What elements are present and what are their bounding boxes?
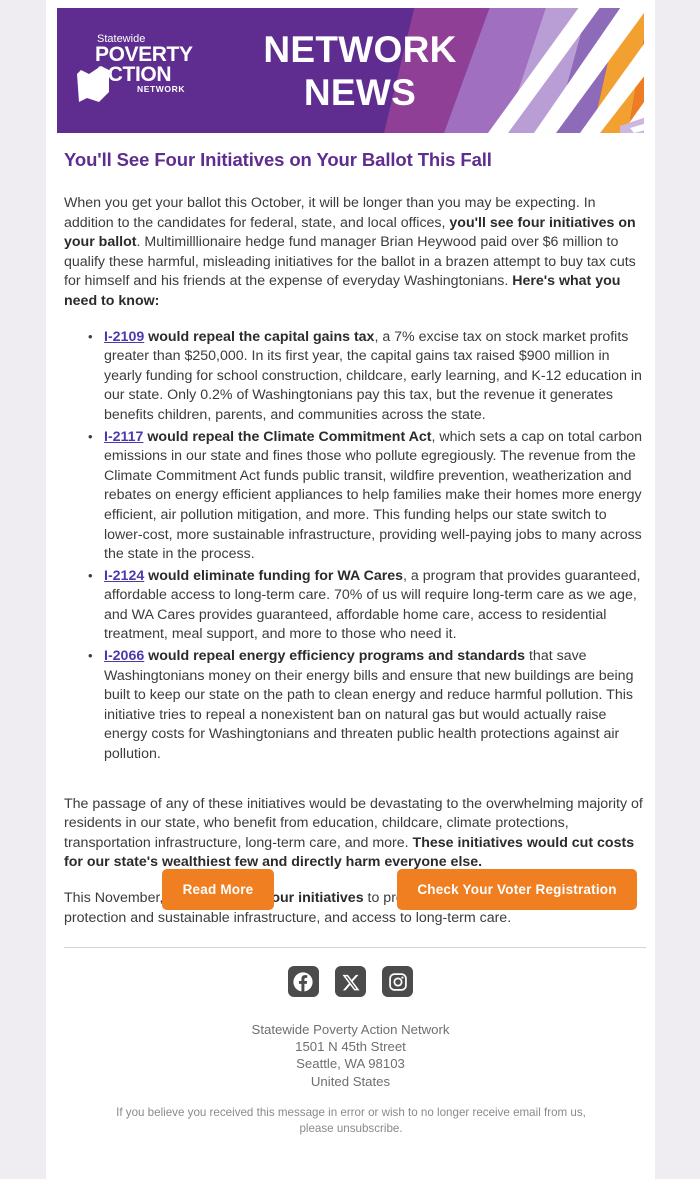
page-title: You'll See Four Initiatives on Your Ball… bbox=[64, 149, 492, 170]
initiative-link-4[interactable]: I-2066 bbox=[104, 648, 144, 664]
cta-button-row: Read More Check Your Voter Registration bbox=[64, 869, 646, 911]
initiative-bold-3: would eliminate funding for WA Cares bbox=[144, 567, 404, 584]
organization-logo: Statewide POVERTY ACTION NETWORK bbox=[75, 30, 205, 112]
footer-divider bbox=[64, 947, 646, 948]
intro-paragraph: When you get your ballot this October, i… bbox=[64, 194, 646, 312]
email-card: Statewide POVERTY ACTION NETWORK NETWORK… bbox=[46, 0, 655, 1179]
initiative-link-1[interactable]: I-2109 bbox=[104, 329, 144, 345]
initiative-bold-2: would repeal the Climate Commitment Act bbox=[143, 428, 432, 445]
list-item: I-2109 would repeal the capital gains ta… bbox=[88, 327, 646, 426]
initiative-link-2[interactable]: I-2117 bbox=[104, 429, 143, 445]
social-links-row bbox=[46, 966, 655, 997]
banner-title-line-1: NETWORK bbox=[263, 29, 457, 70]
check-voter-registration-button[interactable]: Check Your Voter Registration bbox=[397, 869, 637, 910]
closing-paragraph-1: The passage of any of these initiatives … bbox=[64, 795, 646, 873]
footer-address: Statewide Poverty Action Network 1501 N … bbox=[46, 1021, 655, 1090]
initiative-text-4: that save Washingtonians money on their … bbox=[104, 648, 634, 763]
initiative-bold-1: would repeal the capital gains tax bbox=[144, 328, 375, 345]
list-item: I-2117 would repeal the Climate Commitme… bbox=[88, 427, 646, 565]
list-item: I-2066 would repeal energy efficiency pr… bbox=[88, 646, 646, 765]
initiative-link-3[interactable]: I-2124 bbox=[104, 568, 144, 584]
instagram-icon[interactable] bbox=[382, 966, 414, 997]
initiative-text-2: , which sets a cap on total carbon emiss… bbox=[104, 428, 643, 563]
footer-country: United States bbox=[310, 1073, 391, 1089]
article-content: You'll See Four Initiatives on Your Ball… bbox=[64, 148, 646, 944]
read-more-button[interactable]: Read More bbox=[162, 869, 274, 910]
email-page: Statewide POVERTY ACTION NETWORK NETWORK… bbox=[0, 0, 700, 1179]
initiatives-list: I-2109 would repeal the capital gains ta… bbox=[64, 327, 646, 765]
banner-title: NETWORK NEWS bbox=[225, 28, 495, 114]
x-twitter-icon[interactable] bbox=[335, 966, 366, 997]
banner-title-line-2: NEWS bbox=[303, 72, 417, 113]
footer-city-state-zip: Seattle, WA 98103 bbox=[296, 1056, 405, 1072]
initiative-bold-4: would repeal energy efficiency programs … bbox=[144, 648, 526, 665]
list-item: I-2124 would eliminate funding for WA Ca… bbox=[88, 566, 646, 645]
footer-org-name: Statewide Poverty Action Network bbox=[251, 1022, 450, 1037]
logo-line-network: NETWORK bbox=[137, 84, 185, 94]
facebook-icon[interactable] bbox=[287, 966, 319, 997]
logo-line-action: ACTION bbox=[93, 63, 171, 86]
footer-street: 1501 N 45th Street bbox=[295, 1039, 406, 1055]
unsubscribe-notice: If you believe you received this message… bbox=[116, 1106, 586, 1135]
email-header-banner: Statewide POVERTY ACTION NETWORK NETWORK… bbox=[57, 8, 644, 133]
